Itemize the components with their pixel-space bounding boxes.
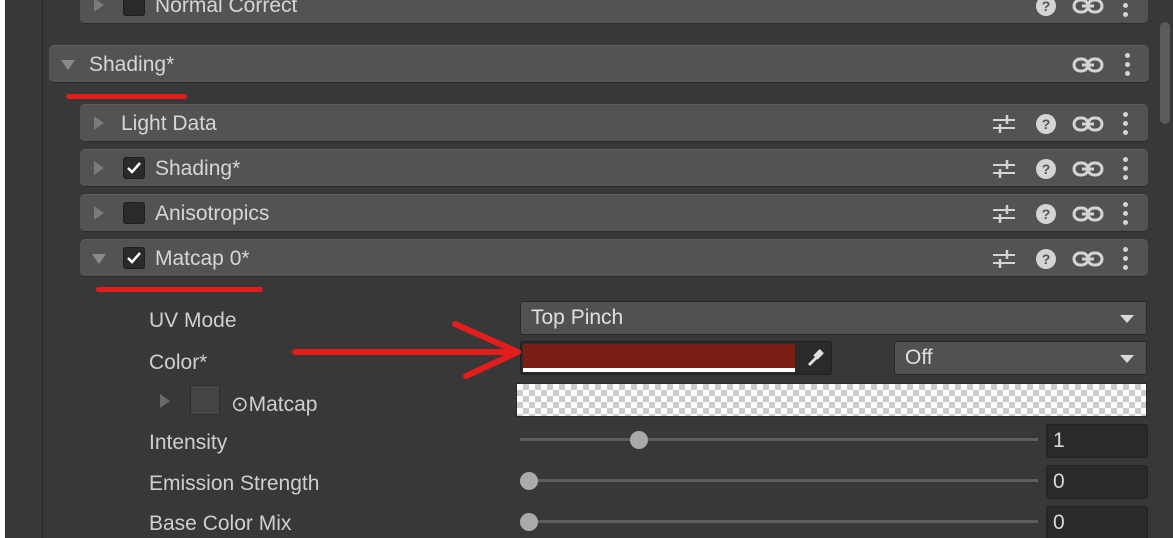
foldout-arrow[interactable] — [94, 0, 104, 12]
kebab-menu-icon[interactable] — [1123, 112, 1128, 136]
emission-strength-label: Emission Strength — [149, 472, 320, 495]
indent-guide — [42, 0, 43, 538]
uv-mode-dropdown[interactable]: Top Pinch — [520, 301, 1147, 335]
preset-icon[interactable] — [991, 203, 1017, 225]
kebab-menu-icon[interactable] — [1123, 202, 1128, 226]
kebab-menu-icon[interactable] — [1123, 0, 1128, 18]
emission-strength-slider[interactable] — [520, 469, 1040, 493]
kebab-menu-icon[interactable] — [1123, 157, 1128, 181]
module-label: Shading* — [155, 157, 241, 180]
matcap-texture-preview[interactable] — [516, 383, 1147, 417]
kebab-menu-icon[interactable] — [1123, 247, 1128, 271]
link-icon[interactable] — [1072, 158, 1104, 180]
base-color-mix-value: 0 — [1053, 511, 1065, 534]
link-icon[interactable] — [1072, 54, 1104, 76]
slider-track — [520, 479, 1038, 482]
module-header-anisotropics[interactable]: Anisotropics ? — [80, 194, 1148, 232]
slider-track — [520, 520, 1038, 523]
module-checkbox[interactable] — [123, 157, 145, 179]
slider-knob[interactable] — [520, 513, 538, 531]
chevron-down-icon — [1120, 355, 1134, 363]
base-color-mix-field[interactable]: 0 — [1046, 506, 1148, 538]
link-icon[interactable] — [1072, 248, 1104, 270]
color-label: Color* — [149, 351, 208, 374]
help-icon[interactable]: ? — [1035, 0, 1057, 17]
svg-text:?: ? — [1042, 161, 1051, 177]
matcap-label: ⊙Matcap — [231, 393, 318, 416]
chevron-down-icon — [1120, 315, 1134, 323]
eyedropper-icon[interactable] — [805, 347, 825, 369]
intensity-field[interactable]: 1 — [1046, 424, 1148, 458]
scrollbar-thumb[interactable] — [1160, 22, 1170, 124]
color-field[interactable] — [520, 341, 832, 375]
help-icon[interactable]: ? — [1035, 203, 1057, 225]
module-header-normal-correct[interactable]: Normal Correct ? — [80, 0, 1148, 24]
foldout-arrow[interactable] — [94, 206, 104, 220]
preset-icon[interactable] — [991, 248, 1017, 270]
panel-left-border — [5, 0, 6, 538]
svg-text:?: ? — [1042, 0, 1051, 14]
module-header-shading[interactable]: Shading* ? — [80, 149, 1148, 187]
foldout-arrow[interactable] — [94, 161, 104, 175]
foldout-arrow-expanded[interactable] — [61, 60, 75, 70]
checkmark-icon — [127, 162, 141, 174]
matcap-foldout-arrow[interactable] — [160, 394, 170, 408]
preset-icon[interactable] — [991, 158, 1017, 180]
module-label: Anisotropics — [155, 202, 270, 225]
color-blend-value: Off — [905, 346, 933, 369]
link-icon[interactable] — [1072, 113, 1104, 135]
module-label: Normal Correct — [155, 0, 298, 17]
annotation-underline-matcap — [96, 287, 263, 292]
checkmark-icon — [127, 252, 141, 264]
help-icon[interactable]: ? — [1035, 113, 1057, 135]
foldout-arrow[interactable] — [94, 116, 104, 130]
uv-mode-label: UV Mode — [149, 309, 237, 332]
intensity-value: 1 — [1053, 429, 1065, 452]
module-header-light-data[interactable]: Light Data ? — [80, 104, 1148, 142]
svg-text:?: ? — [1042, 116, 1051, 132]
intensity-slider[interactable] — [520, 428, 1040, 452]
module-checkbox[interactable] — [123, 0, 145, 16]
color-blend-dropdown[interactable]: Off — [894, 341, 1147, 375]
slider-track — [520, 438, 1038, 441]
matcap-texture-thumbnail[interactable] — [190, 385, 220, 415]
annotation-arrow — [292, 321, 521, 379]
help-icon[interactable]: ? — [1035, 158, 1057, 180]
uv-mode-value: Top Pinch — [531, 306, 624, 329]
module-checkbox[interactable] — [123, 202, 145, 224]
section-label: Shading* — [89, 53, 175, 76]
alpha-bar — [523, 368, 795, 372]
preset-icon[interactable] — [991, 113, 1017, 135]
inspector-panel: Normal Correct ? Shading* Light Data ? S… — [5, 0, 1173, 538]
slider-knob[interactable] — [630, 431, 648, 449]
module-header-matcap-0[interactable]: Matcap 0* ? — [80, 239, 1148, 277]
intensity-label: Intensity — [149, 431, 228, 454]
link-icon[interactable] — [1072, 0, 1104, 17]
module-label: Matcap 0* — [155, 247, 250, 270]
module-checkbox[interactable] — [123, 247, 145, 269]
link-icon[interactable] — [1072, 203, 1104, 225]
foldout-arrow-expanded[interactable] — [92, 254, 106, 264]
slider-knob[interactable] — [520, 472, 538, 490]
emission-strength-value: 0 — [1053, 470, 1065, 493]
kebab-menu-icon[interactable] — [1125, 53, 1130, 77]
annotation-underline-shading — [66, 94, 187, 99]
section-header-shading[interactable]: Shading* — [49, 45, 1149, 83]
module-label: Light Data — [121, 112, 217, 135]
help-icon[interactable]: ? — [1035, 248, 1057, 270]
base-color-mix-label: Base Color Mix — [149, 512, 292, 535]
svg-text:?: ? — [1042, 251, 1051, 267]
emission-strength-field[interactable]: 0 — [1046, 465, 1148, 499]
svg-text:?: ? — [1042, 206, 1051, 222]
base-color-mix-slider[interactable] — [520, 510, 1040, 534]
color-swatch[interactable] — [523, 344, 795, 368]
